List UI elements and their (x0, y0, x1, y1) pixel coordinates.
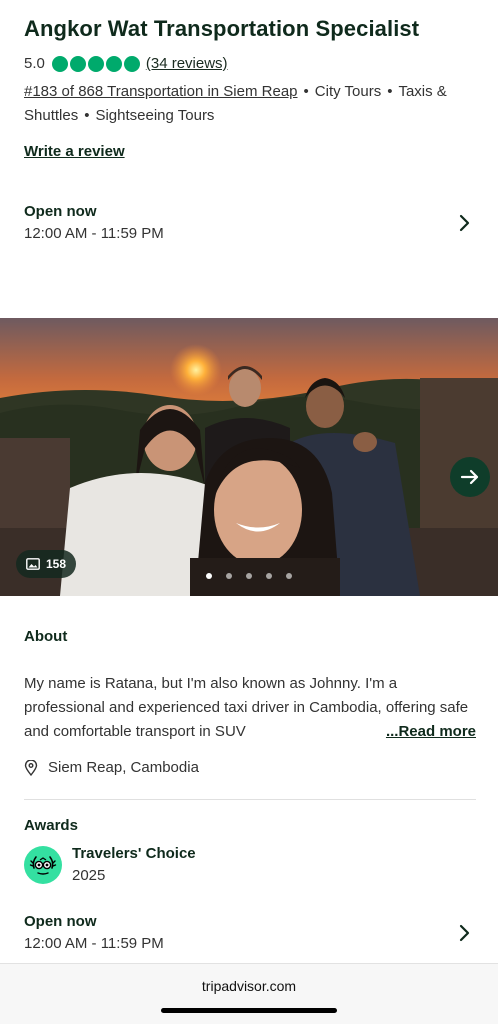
hours-time: 12:00 AM - 11:59 PM (24, 225, 164, 242)
hours-row-bottom[interactable]: Open now 12:00 AM - 11:59 PM (24, 913, 474, 952)
rating-bubble-icon (51, 55, 68, 72)
gallery-photo (0, 318, 498, 596)
rank-link[interactable]: #183 of 868 Transportation in Siem Reap (24, 83, 298, 100)
rating-bubble-icon (69, 55, 86, 72)
chevron-right-icon[interactable] (454, 213, 474, 233)
home-indicator[interactable] (161, 1008, 337, 1013)
carousel-dot[interactable] (246, 573, 252, 579)
next-photo-button[interactable] (450, 457, 490, 497)
write-review-link[interactable]: Write a review (24, 143, 125, 160)
rating-bubble-icon (123, 55, 140, 72)
photo-count: 158 (46, 557, 67, 571)
category-label: Sightseeing Tours (95, 107, 215, 124)
rating-bubble-icon (105, 55, 122, 72)
carousel-dots (0, 573, 498, 579)
read-more-label: ...Read more (385, 723, 476, 740)
image-icon (26, 558, 40, 570)
rank-categories: #183 of 868 Transportation in Siem Reap •… (24, 80, 474, 128)
browser-domain[interactable]: tripadvisor.com (0, 978, 498, 994)
separator: • (303, 83, 309, 100)
travelers-choice-icon (24, 846, 62, 884)
award-title: Travelers' Choice (72, 845, 196, 862)
carousel-dot[interactable] (206, 573, 212, 579)
separator: • (84, 107, 90, 124)
award-item: Travelers' Choice 2025 (24, 845, 196, 884)
location-row: Siem Reap, Cambodia (24, 759, 199, 776)
rating-row: 5.0 (34 reviews) (24, 55, 228, 72)
open-status: Open now (24, 913, 97, 930)
about-heading: About (24, 628, 68, 645)
award-year: 2025 (72, 867, 106, 884)
chevron-right-icon[interactable] (454, 923, 474, 943)
map-pin-icon (24, 759, 38, 776)
open-status: Open now (24, 203, 97, 220)
separator: • (387, 83, 393, 100)
rating-bubble-icon (87, 55, 104, 72)
carousel-dot[interactable] (266, 573, 272, 579)
carousel-dot[interactable] (286, 573, 292, 579)
rating-score: 5.0 (24, 55, 45, 72)
arrow-right-icon (460, 469, 479, 485)
hours-row-top[interactable]: Open now 12:00 AM - 11:59 PM (24, 203, 474, 242)
reviews-link[interactable]: (34 reviews) (146, 55, 228, 72)
category-label: City Tours (314, 83, 382, 100)
page-title: Angkor Wat Transportation Specialist (24, 16, 420, 41)
read-more-link[interactable]: ...Read more (338, 720, 476, 744)
hours-time: 12:00 AM - 11:59 PM (24, 935, 164, 952)
carousel-dot[interactable] (226, 573, 232, 579)
location-text: Siem Reap, Cambodia (48, 759, 199, 776)
awards-heading: Awards (24, 817, 78, 834)
photo-gallery[interactable] (0, 318, 498, 596)
divider (24, 799, 476, 800)
